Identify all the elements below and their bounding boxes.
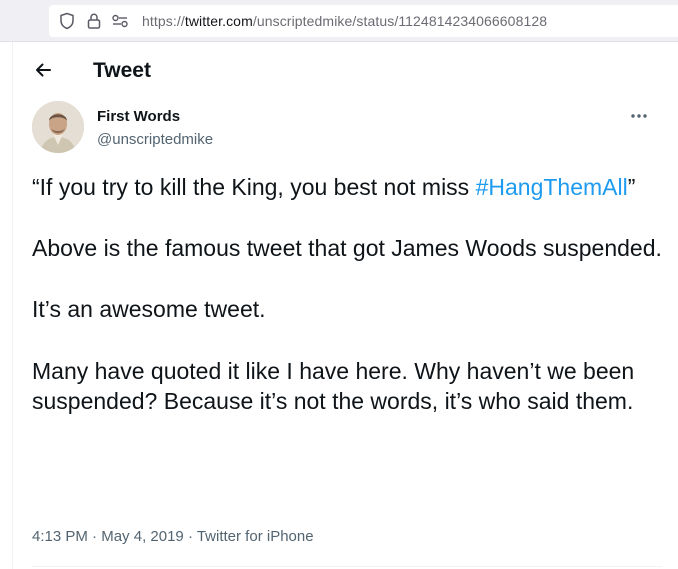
tweet-paragraph: “If you try to kill the King, you best n… [32, 172, 662, 203]
permissions-icon[interactable] [111, 12, 129, 30]
url-path: /unscriptedmike/status/11248142340666081… [252, 13, 548, 29]
shield-icon[interactable] [58, 12, 76, 30]
lock-icon[interactable] [85, 12, 103, 30]
page-title: Tweet [93, 59, 151, 82]
tweet-paragraph: It’s an awesome tweet. [32, 296, 266, 323]
tweet-paragraph: Above is the famous tweet that got James… [32, 235, 662, 262]
tweet-source: Twitter for iPhone [196, 528, 314, 545]
url-prefix: https:// [142, 13, 185, 29]
meta-separator: · [87, 528, 102, 545]
avatar[interactable] [32, 101, 84, 153]
author-name[interactable]: First Words [97, 108, 180, 125]
tweet-column: Tweet First Words @unscriptedmike “If yo… [12, 42, 678, 569]
tweet-date[interactable]: May 4, 2019 [101, 528, 184, 545]
meta-separator: · [183, 528, 197, 545]
browser-address-bar: https://twitter.com/unscriptedmike/statu… [0, 0, 678, 42]
tweet-time[interactable]: 4:13 PM [32, 528, 88, 545]
url-text[interactable]: https://twitter.com/unscriptedmike/statu… [142, 13, 547, 29]
tweet-paragraph: Many have quoted it like I have here. Wh… [32, 357, 635, 415]
url-domain: twitter.com [184, 13, 253, 29]
divider [32, 566, 662, 567]
quote-close: ” [627, 174, 636, 200]
more-options-icon[interactable] [627, 106, 651, 126]
back-arrow-icon[interactable] [31, 58, 55, 82]
quote-text: “If you try to kill the King, you best n… [32, 174, 476, 200]
tweet-text: “If you try to kill the King, you best n… [32, 172, 662, 447]
url-field[interactable]: https://twitter.com/unscriptedmike/statu… [49, 5, 678, 37]
author-handle[interactable]: @unscriptedmike [97, 131, 213, 148]
tweet-metadata: 4:13 PM · May 4, 2019 · Twitter for iPho… [32, 528, 314, 545]
profile-photo [32, 101, 84, 153]
hashtag-link[interactable]: #HangThemAll [476, 174, 628, 200]
